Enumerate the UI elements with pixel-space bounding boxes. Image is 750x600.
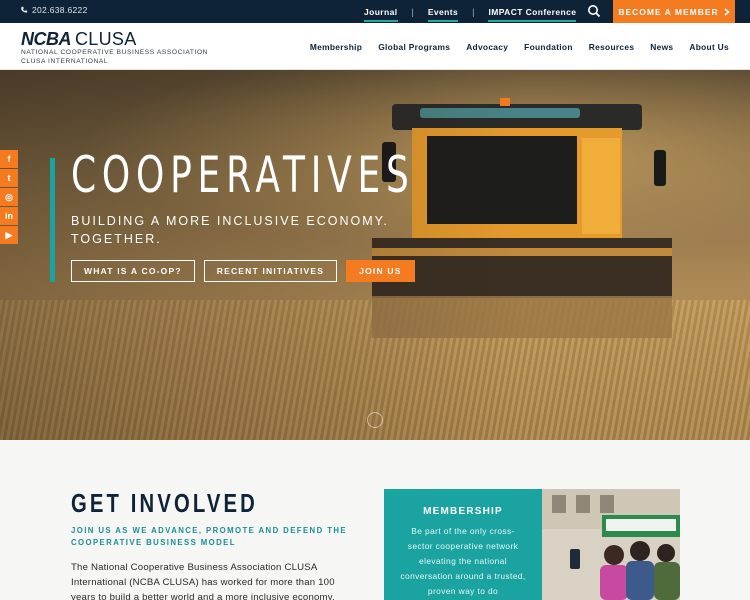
hero-banner: f t ◎ in ▶ COOPERATIVES BUILDING A MORE … [0, 70, 750, 440]
nav-item-advocacy[interactable]: Advocacy [458, 42, 516, 52]
logo-clusa: CLUSA [75, 29, 137, 49]
what-is-a-coop-button[interactable]: WHAT IS A CO-OP? [71, 260, 195, 282]
become-member-button[interactable]: BECOME A MEMBER [613, 0, 735, 23]
membership-card-title: MEMBERSHIP [423, 506, 503, 517]
youtube-icon[interactable]: ▶ [0, 226, 18, 244]
logo-ncba: NCBA [21, 29, 72, 49]
recent-initiatives-button[interactable]: RECENT INITIATIVES [203, 260, 338, 282]
utility-links: Journal | Events | IMPACT Conference [356, 0, 584, 23]
get-involved-body: The National Cooperative Business Associ… [71, 562, 335, 600]
nav-item-membership[interactable]: Membership [302, 42, 370, 52]
membership-photo [542, 489, 680, 600]
utility-link-events[interactable]: Events [420, 7, 466, 22]
phone-number[interactable]: 202.638.6222 [20, 5, 88, 15]
become-member-label: BECOME A MEMBER [618, 6, 719, 17]
phone-text: 202.638.6222 [32, 5, 88, 15]
membership-card[interactable]: MEMBERSHIP Be part of the only cross-sec… [384, 489, 542, 600]
nav-item-resources[interactable]: Resources [581, 42, 643, 52]
join-us-button[interactable]: JOIN US [346, 260, 415, 282]
logo-wordmark: NCBA CLUSA [21, 30, 208, 48]
hero-buttons: WHAT IS A CO-OP? RECENT INITIATIVES JOIN… [71, 260, 415, 282]
nav-item-news[interactable]: News [642, 42, 681, 52]
scroll-indicator[interactable] [367, 412, 383, 428]
get-involved-title: GET INVOLVED [71, 488, 258, 518]
site-logo[interactable]: NCBA CLUSA NATIONAL COOPERATIVE BUSINESS… [21, 30, 208, 65]
membership-card-text: Be part of the only cross-sector coopera… [400, 526, 526, 596]
social-links: f t ◎ in ▶ [0, 150, 18, 245]
utility-link-journal[interactable]: Journal [356, 7, 406, 22]
utility-link-impact-conference[interactable]: IMPACT Conference [480, 7, 584, 22]
hero-accent-bar [50, 158, 55, 282]
hero-overlay [0, 70, 750, 440]
nav-item-global-programs[interactable]: Global Programs [370, 42, 458, 52]
nav-item-foundation[interactable]: Foundation [516, 42, 581, 52]
divider: | [472, 6, 475, 17]
phone-icon [21, 6, 28, 13]
main-nav: Membership Global Programs Advocacy Foun… [302, 23, 737, 70]
twitter-icon[interactable]: t [0, 169, 18, 187]
logo-subtitle-line1: NATIONAL COOPERATIVE BUSINESS ASSOCIATIO… [21, 49, 209, 56]
nav-item-about-us[interactable]: About Us [681, 42, 737, 52]
facebook-icon[interactable]: f [0, 150, 18, 168]
hero-title: COOPERATIVES [71, 146, 415, 204]
site-header: NCBA CLUSA NATIONAL COOPERATIVE BUSINESS… [0, 23, 750, 70]
instagram-icon[interactable]: ◎ [0, 188, 18, 206]
chevron-right-icon [724, 7, 730, 16]
hero-subtitle: BUILDING A MORE INCLUSIVE ECONOMY. TOGET… [71, 214, 389, 246]
get-involved-tagline: JOIN US AS WE ADVANCE, PROMOTE AND DEFEN… [71, 526, 347, 547]
utility-bar: 202.638.6222 Journal | Events | IMPACT C… [0, 0, 750, 23]
search-icon[interactable] [586, 3, 602, 19]
logo-subtitle-line2: CLUSA INTERNATIONAL [21, 57, 109, 65]
divider: | [411, 6, 414, 17]
linkedin-icon[interactable]: in [0, 207, 18, 225]
